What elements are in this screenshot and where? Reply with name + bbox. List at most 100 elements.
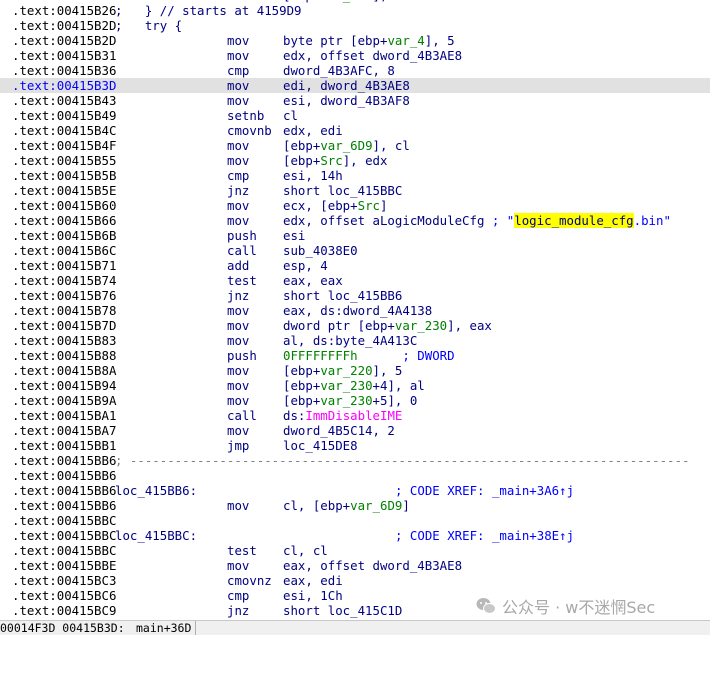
listing-line[interactable]: .text:00415B74 test eax, eax <box>0 273 710 288</box>
line-mnemonic: mov <box>227 303 250 318</box>
listing-line[interactable]: .text:00415B60 mov ecx, [ebp+Src] <box>0 198 710 213</box>
listing-line[interactable]: .text:00415B76 jnz short loc_415BB6 <box>0 288 710 303</box>
listing-line[interactable]: .text:00415B9A mov [ebp+var_230+5], 0 <box>0 393 710 408</box>
line-operands: [ebp+Src], edx <box>283 153 387 168</box>
line-mnemonic: mov <box>227 333 250 348</box>
line-operands: edx, offset dword_4B3AE8 <box>283 48 462 63</box>
operand-token: al, ds:byte_4A413C <box>283 333 418 348</box>
line-mnemonic: mov <box>227 33 250 48</box>
line-mnemonic: mov <box>227 558 250 573</box>
operand-token: Src <box>320 153 343 168</box>
operand-token: short loc_415BBC <box>283 183 403 198</box>
line-address: .text:00415BC3 <box>12 573 117 588</box>
listing-line[interactable]: .text:00415BBE mov eax, offset dword_4B3AE… <box>0 558 710 573</box>
operand-token: eax, offset dword_4B3AE8 <box>283 558 463 573</box>
operand-token: ecx, [ebp+ <box>283 198 358 213</box>
operand-token: edi, dword_4B3AE8 <box>283 78 410 93</box>
listing-line[interactable]: .text:00415B8A mov [ebp+var_220], 5 <box>0 363 710 378</box>
listing-line[interactable]: .text:00415BA7 mov dword_4B5C14, 2 <box>0 423 710 438</box>
operand-token <box>358 348 403 363</box>
listing-line[interactable]: .text:00415BB6 loc_415BB6: ; CODE XREF: _m… <box>0 483 710 498</box>
listing-line-selected[interactable]: .text:00415B3D mov edi, dword_4B3AE8 <box>0 78 710 93</box>
line-address: .text:00415B6C <box>12 243 117 258</box>
line-mnemonic: jnz <box>227 603 250 618</box>
line-address: .text:00415B36 <box>12 63 117 78</box>
listing-line[interactable]: .text:00415B2D; try { <box>0 18 710 33</box>
listing-line[interactable]: .text:00415BA1 call ds:ImmDisableIME <box>0 408 710 423</box>
listing-line[interactable]: .text:00415B5E jnz short loc_415BBC <box>0 183 710 198</box>
line-mnemonic: mov <box>227 393 250 408</box>
listing-line[interactable]: .text:00415B5B cmp esi, 14h <box>0 168 710 183</box>
operand-token: eax, ds:dword_4A4138 <box>283 303 433 318</box>
operand-token: esi, 14h <box>283 168 343 183</box>
line-address: .text:00415BBC <box>12 543 117 558</box>
listing-line[interactable]: .text:00415B7D mov dword ptr [ebp+var_230]… <box>0 318 710 333</box>
watermark-text: 公众号 · w不迷惘Sec <box>502 598 656 617</box>
line-mnemonic: mov <box>227 498 250 513</box>
operand-token: ] <box>380 198 388 213</box>
line-mnemonic: push <box>227 348 257 363</box>
listing-line[interactable]: .text:00415BBC <box>0 513 710 528</box>
listing-line[interactable]: .text:00415BC3 cmovnz eax, edi <box>0 573 710 588</box>
line-operands: esi, dword_4B3AF8 <box>283 93 410 108</box>
operand-token: Src <box>357 198 380 213</box>
line-operands: esi, 14h <box>283 168 343 183</box>
listing-line[interactable]: .text:00415BB6 <box>0 468 710 483</box>
listing-line[interactable]: .text:00415BB6 mov cl, [ebp+var_6D9] <box>0 498 710 513</box>
line-address: .text:00415BBC <box>12 528 117 543</box>
listing-line[interactable]: .text:00415B26; } // starts at 4159D9 <box>0 3 710 18</box>
listing-line[interactable]: .text:00415BBC loc_415BBC: ; CODE XREF: _m… <box>0 528 710 543</box>
operand-token: var_6D9 <box>320 138 373 153</box>
status-location: main+36D <box>136 621 192 635</box>
listing-line[interactable]: .text:00415BB1 jmp loc_415DE8 <box>0 438 710 453</box>
line-operands: edi, dword_4B3AE8 <box>283 78 410 93</box>
listing-line[interactable]: .text:00415B43 mov esi, dword_4B3AF8 <box>0 93 710 108</box>
line-mnemonic: cmp <box>227 588 250 603</box>
line-address: .text:00415BB6 <box>12 483 117 498</box>
line-mnemonic: mov <box>227 93 250 108</box>
line-mnemonic: cmp <box>227 168 250 183</box>
listing-line[interactable]: .text:00415BBC test cl, cl <box>0 543 710 558</box>
line-mnemonic: mov <box>227 423 250 438</box>
listing-line[interactable]: .text:00415B6B push esi <box>0 228 710 243</box>
line-address: .text:00415B2D <box>12 18 117 33</box>
listing-line[interactable]: .text:00415BB6; ------------------------… <box>0 453 710 468</box>
listing-line[interactable]: .text:00415B83 mov al, ds:byte_4A413C <box>0 333 710 348</box>
operand-token: esi, dword_4B3AF8 <box>283 93 410 108</box>
line-mnemonic: cmovnb <box>227 123 272 138</box>
listing-line[interactable]: .text:00415B55 mov [ebp+Src], edx <box>0 153 710 168</box>
operand-token: ], edx <box>342 153 388 168</box>
line-mnemonic: test <box>227 543 257 558</box>
line-operands: byte ptr [ebp+var_4], 5 <box>283 33 455 48</box>
line-address: .text:00415B66 <box>12 213 117 228</box>
line-operands: loc_415DE8 <box>283 438 358 453</box>
listing-line[interactable]: .text:00415B36 cmp dword_4B3AFC, 8 <box>0 63 710 78</box>
operand-token: sub_4038E0 <box>283 243 358 258</box>
line-mnemonic: jnz <box>227 288 250 303</box>
operand-token: var_220 <box>320 363 373 378</box>
listing-line[interactable]: .text:00415B49 setnb cl <box>0 108 710 123</box>
line-operands: edx, edi <box>283 123 343 138</box>
listing-line[interactable]: .text:00415B71 add esp, 4 <box>0 258 710 273</box>
line-operands: short loc_415BB6 <box>283 288 402 303</box>
line-address: .text:00415BB6 <box>12 468 117 483</box>
listing-line[interactable]: .text:00415B2D mov byte ptr [ebp+var_4], 5 <box>0 33 710 48</box>
disassembly-listing[interactable]: .text:00415B26mov[ebp+var_230], 0.text:0… <box>0 0 710 618</box>
line-mnemonic: mov <box>227 138 250 153</box>
line-address: .text:00415B55 <box>12 153 117 168</box>
line-mnemonic: jmp <box>227 438 250 453</box>
line-mnemonic: mov <box>227 198 250 213</box>
operand-token: var_6D9 <box>350 498 403 513</box>
listing-line[interactable]: .text:00415B31 mov edx, offset dword_4B3AE… <box>0 48 710 63</box>
listing-line[interactable]: .text:00415B6C call sub_4038E0 <box>0 243 710 258</box>
listing-line[interactable]: .text:00415B78 mov eax, ds:dword_4A4138 <box>0 303 710 318</box>
operand-token: +4], al <box>372 378 425 393</box>
listing-line[interactable]: .text:00415B4F mov [ebp+var_6D9], cl <box>0 138 710 153</box>
line-address: .text:00415B88 <box>12 348 117 363</box>
listing-line[interactable]: .text:00415B66 mov edx, offset aLogicModul… <box>0 213 710 228</box>
line-operands: esi <box>283 228 305 243</box>
listing-line[interactable]: .text:00415B88 push 0FFFFFFFFh ; DWORD <box>0 348 710 363</box>
operand-token: cl, cl <box>283 543 328 558</box>
listing-line[interactable]: .text:00415B4C cmovnb edx, edi <box>0 123 710 138</box>
listing-line[interactable]: .text:00415B94 mov [ebp+var_230+4], al <box>0 378 710 393</box>
